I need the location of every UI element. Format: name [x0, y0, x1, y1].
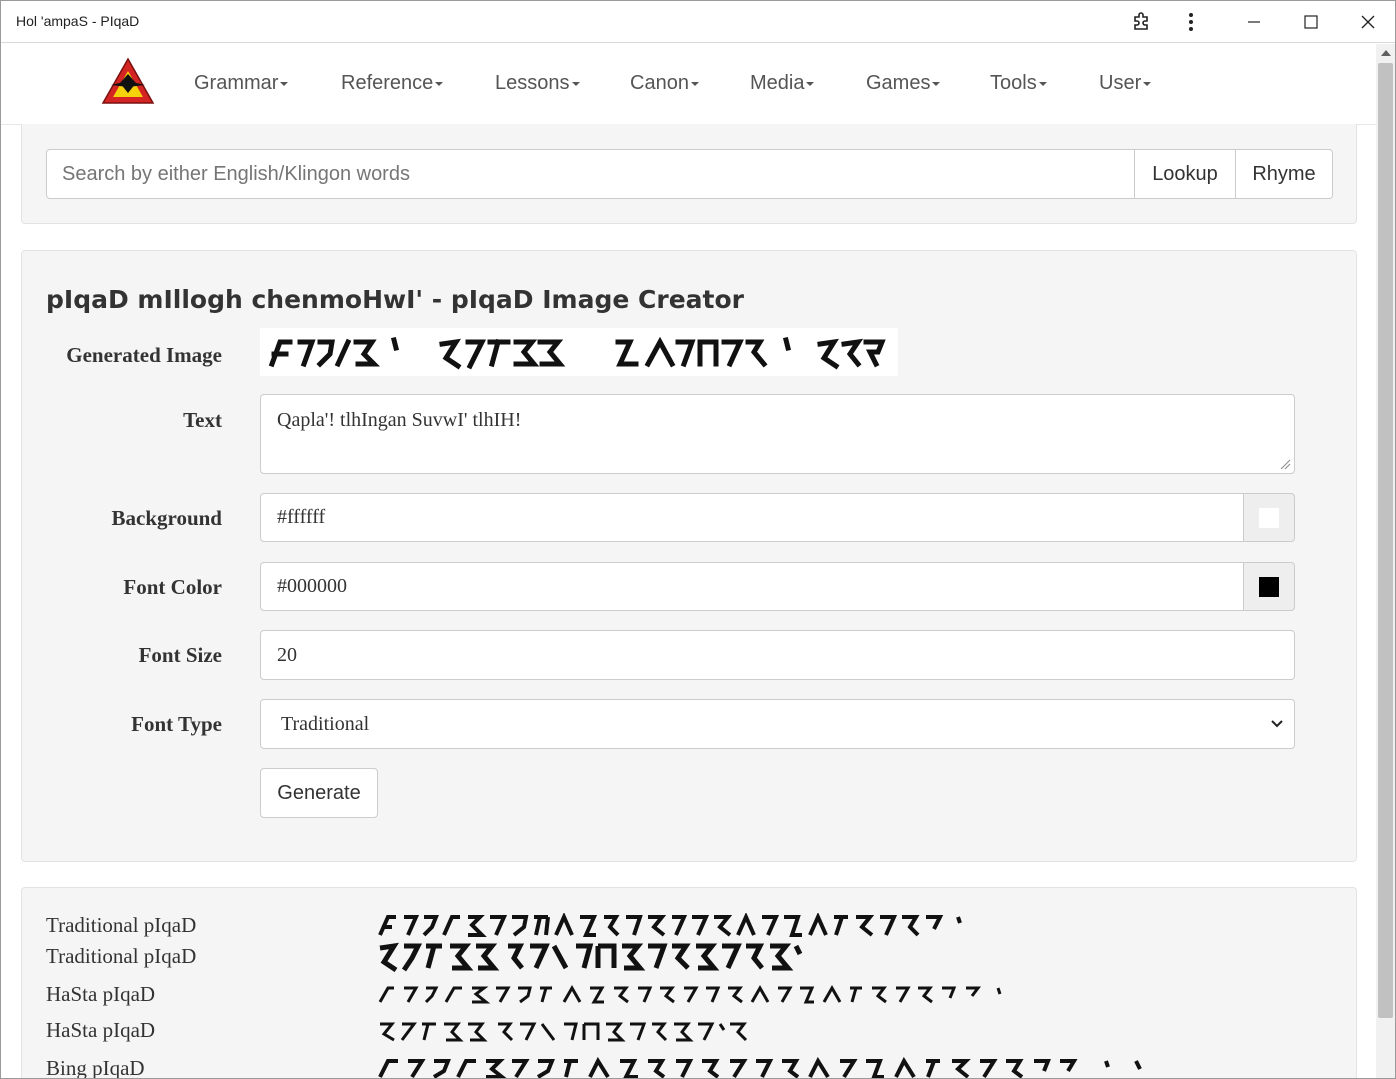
hasta-alphabet-sample — [376, 984, 1026, 1011]
traditional-digits-sample — [376, 942, 816, 977]
caret-down-icon — [571, 81, 580, 86]
search-input[interactable] — [46, 149, 1135, 199]
traditional-alphabet-sample — [376, 912, 976, 944]
background-label: Background — [111, 506, 223, 530]
text-input[interactable]: Qapla'! tlhIngan SuvwI' tlhIH! — [260, 394, 1295, 474]
background-color-input[interactable]: #ffffff — [260, 493, 1244, 542]
rhyme-button[interactable]: Rhyme — [1235, 149, 1333, 199]
font-color-input[interactable]: #000000 — [260, 562, 1244, 611]
background-color-value: #ffffff — [277, 506, 326, 528]
generated-image-label: Generated Image — [66, 343, 222, 367]
nav-lessons-label: Lessons — [495, 72, 570, 94]
font-sample-label: Traditional pIqaD — [46, 944, 197, 968]
caret-down-icon — [280, 81, 289, 86]
extensions-icon[interactable] — [1128, 8, 1156, 36]
font-color-value: #000000 — [277, 575, 347, 597]
nav-reference[interactable]: Reference — [341, 72, 444, 95]
nav-tools[interactable]: Tools — [990, 72, 1047, 95]
nav-grammar-label: Grammar — [194, 72, 279, 94]
caret-down-icon — [1038, 81, 1047, 86]
close-icon[interactable] — [1354, 8, 1382, 36]
font-sample-label: HaSta pIqaD — [46, 1018, 156, 1042]
chevron-down-icon — [1271, 720, 1283, 728]
caret-down-icon — [806, 81, 815, 86]
font-type-label: Font Type — [131, 712, 222, 736]
background-swatch — [1259, 507, 1279, 528]
generate-button[interactable]: Generate — [260, 768, 378, 818]
caret-down-icon — [932, 81, 941, 86]
maximize-icon[interactable] — [1297, 8, 1325, 36]
nav-games[interactable]: Games — [866, 72, 941, 95]
window-title: Hol 'ampaS - PIqaD — [16, 13, 140, 29]
window-titlebar: Hol 'ampaS - PIqaD — [0, 0, 1396, 43]
nav-grammar[interactable]: Grammar — [194, 72, 289, 95]
font-size-value: 20 — [277, 643, 297, 666]
caret-down-icon — [690, 81, 699, 86]
nav-user[interactable]: User — [1099, 72, 1152, 95]
bing-alphabet-sample — [376, 1056, 1156, 1079]
nav-user-label: User — [1099, 72, 1142, 94]
nav-games-label: Games — [866, 72, 931, 94]
nav-reference-label: Reference — [341, 72, 434, 94]
hasta-digits-sample — [376, 1020, 756, 1047]
font-color-swatch — [1259, 576, 1279, 597]
font-type-select[interactable]: Traditional — [260, 699, 1295, 749]
nav-media[interactable]: Media — [750, 72, 815, 95]
lookup-button[interactable]: Lookup — [1134, 149, 1236, 199]
font-color-picker[interactable] — [1243, 562, 1295, 611]
vertical-scrollbar[interactable] — [1376, 44, 1396, 1079]
font-color-label: Font Color — [123, 575, 222, 599]
scroll-up-icon[interactable] — [1381, 50, 1391, 56]
klingon-logo-icon[interactable] — [101, 57, 155, 105]
text-label: Text — [183, 408, 222, 432]
text-input-value: Qapla'! tlhIngan SuvwI' tlhIH! — [277, 409, 522, 431]
background-color-picker[interactable] — [1243, 493, 1295, 542]
caret-down-icon — [1143, 81, 1152, 86]
nav-tools-label: Tools — [990, 72, 1037, 94]
font-sample-label: Bing pIqaD — [46, 1056, 145, 1079]
more-icon[interactable] — [1177, 8, 1205, 36]
site-navbar: Grammar Reference Lessons Canon Media Ga… — [1, 44, 1376, 125]
page-title: pIqaD mIllogh chenmoHwI' - pIqaD Image C… — [46, 285, 744, 314]
nav-media-label: Media — [750, 72, 805, 94]
font-size-input[interactable]: 20 — [260, 630, 1295, 680]
font-sample-label: Traditional pIqaD — [46, 913, 197, 937]
nav-canon-label: Canon — [630, 72, 689, 94]
generated-image — [260, 328, 898, 376]
caret-down-icon — [435, 81, 444, 86]
font-type-value: Traditional — [281, 712, 370, 735]
nav-canon[interactable]: Canon — [630, 72, 699, 95]
font-size-label: Font Size — [138, 643, 222, 667]
resize-handle-icon[interactable] — [1279, 458, 1291, 470]
nav-lessons[interactable]: Lessons — [495, 72, 580, 95]
minimize-icon[interactable] — [1240, 8, 1268, 36]
scrollbar-thumb[interactable] — [1378, 63, 1393, 1018]
font-sample-label: HaSta pIqaD — [46, 982, 156, 1006]
